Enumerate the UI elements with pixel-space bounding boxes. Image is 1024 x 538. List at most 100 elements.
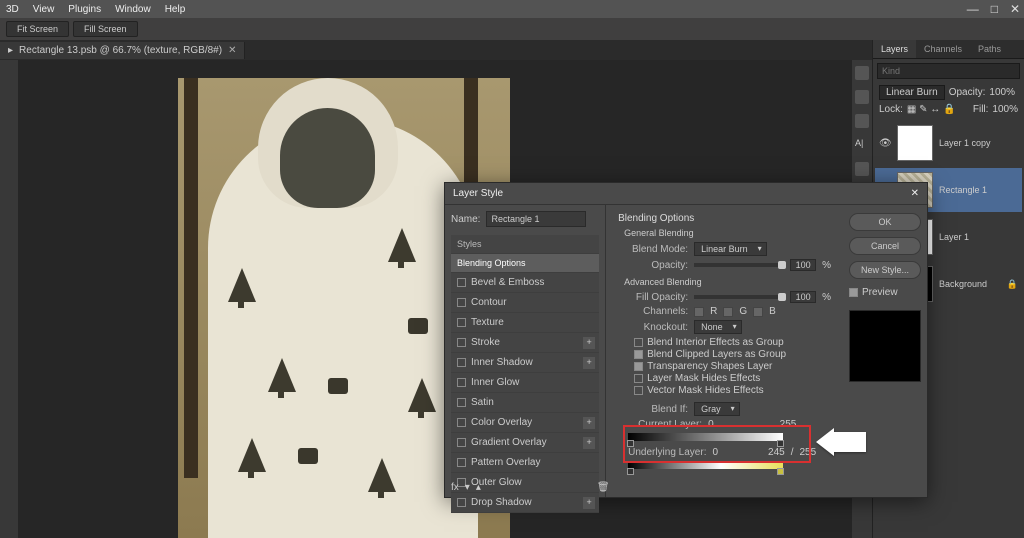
highlight-annotation [623, 425, 811, 463]
style-item-pattern-overlay[interactable]: Pattern Overlay [451, 453, 599, 473]
fill-opacity-value[interactable]: 100 [790, 291, 816, 303]
section-blending-options: Blending Options [618, 213, 831, 224]
opacity-value[interactable]: 100 [790, 259, 816, 271]
maximize-icon[interactable]: □ [991, 2, 998, 16]
subsection-general: General Blending [624, 228, 831, 238]
marker-icon: ▸ [8, 45, 13, 56]
name-input[interactable] [486, 211, 586, 227]
visibility-icon[interactable]: 👁 [879, 138, 891, 149]
add-icon[interactable]: + [583, 437, 595, 449]
tab-layers[interactable]: Layers [873, 40, 916, 58]
style-item-contour[interactable]: Contour [451, 293, 599, 313]
menu-3d[interactable]: 3D [6, 4, 19, 15]
style-item-stroke[interactable]: Stroke+ [451, 333, 599, 353]
lock-icon[interactable]: 🔒 [1007, 279, 1018, 290]
close-dialog-icon[interactable]: ✕ [911, 188, 919, 199]
layer-mask-checkbox[interactable] [634, 374, 643, 383]
fit-screen-button[interactable]: Fit Screen [6, 21, 69, 37]
add-icon[interactable]: + [583, 337, 595, 349]
style-item-texture[interactable]: Texture [451, 313, 599, 333]
style-item-blending[interactable]: Blending Options [451, 254, 599, 273]
opacity-label: Opacity: [949, 87, 986, 98]
knockout-label: Knockout: [628, 322, 688, 333]
dialog-title: Layer Style [453, 188, 503, 199]
opacity-label: Opacity: [628, 260, 688, 271]
clipped-checkbox[interactable] [634, 350, 643, 359]
preview-label: Preview [862, 287, 898, 298]
minimize-icon[interactable]: — [967, 2, 979, 16]
panel-tabs: Layers Channels Paths [873, 40, 1024, 59]
lock-label: Lock: [879, 104, 903, 115]
layer-name: Layer 1 [939, 232, 969, 242]
fill-opacity-slider[interactable] [694, 295, 784, 299]
vector-mask-checkbox[interactable] [634, 386, 643, 395]
menu-plugins[interactable]: Plugins [68, 4, 101, 15]
layer-name: Layer 1 copy [939, 138, 991, 148]
add-icon[interactable]: + [583, 417, 595, 429]
channel-g-checkbox[interactable] [723, 307, 733, 317]
channel-r-checkbox[interactable] [694, 307, 704, 317]
knockout-dropdown[interactable]: None [694, 320, 742, 334]
blend-mode-dropdown[interactable]: Linear Burn [694, 242, 767, 256]
preview-thumbnail [849, 310, 921, 382]
style-item-color-overlay[interactable]: Color Overlay+ [451, 413, 599, 433]
blend-mode-dropdown[interactable]: Linear Burn [879, 85, 945, 100]
name-label: Name: [451, 214, 480, 225]
panel-icon[interactable] [855, 162, 869, 176]
tab-paths[interactable]: Paths [970, 40, 1009, 58]
subsection-advanced: Advanced Blending [624, 277, 831, 287]
dialog-title-bar[interactable]: Layer Style ✕ [445, 183, 927, 205]
interior-checkbox[interactable] [634, 338, 643, 347]
document-tab[interactable]: ▸ Rectangle 13.psb @ 66.7% (texture, RGB… [0, 42, 245, 59]
tool-strip[interactable] [0, 60, 18, 538]
add-icon[interactable]: + [583, 357, 595, 369]
style-item-inner-glow[interactable]: Inner Glow [451, 373, 599, 393]
fill-label: Fill: [973, 104, 989, 115]
add-icon[interactable]: + [583, 497, 595, 509]
style-header: Styles [451, 235, 599, 254]
down-icon[interactable]: ▾ [465, 482, 470, 493]
fill-value[interactable]: 100% [992, 104, 1018, 115]
dialog-sidebar: Name: Styles Blending Options Bevel & Em… [445, 205, 606, 497]
panel-icon[interactable] [855, 90, 869, 104]
close-icon[interactable]: ✕ [1010, 2, 1020, 16]
tree-trunk [184, 78, 198, 478]
opacity-value[interactable]: 100% [989, 87, 1015, 98]
cancel-button[interactable]: Cancel [849, 237, 921, 255]
panel-icon[interactable] [855, 66, 869, 80]
ok-button[interactable]: OK [849, 213, 921, 231]
channel-b-checkbox[interactable] [753, 307, 763, 317]
style-list: Styles Blending Options Bevel & Emboss C… [451, 235, 599, 513]
layer-row[interactable]: 👁 Layer 1 copy [875, 121, 1022, 165]
up-icon[interactable]: ▴ [476, 482, 481, 493]
lock-icons[interactable]: ▦ ✎ ↔ 🔒 [907, 104, 956, 115]
blend-if-label: Blend If: [628, 404, 688, 415]
transparency-checkbox[interactable] [634, 362, 643, 371]
close-tab-icon[interactable]: ✕ [228, 45, 236, 56]
style-item-satin[interactable]: Satin [451, 393, 599, 413]
style-item-drop-shadow[interactable]: Drop Shadow+ [451, 493, 599, 513]
opacity-slider[interactable] [694, 263, 784, 267]
blend-if-dropdown[interactable]: Gray [694, 402, 740, 416]
layer-filter-input[interactable] [877, 63, 1020, 79]
percent-label: % [822, 260, 831, 271]
layer-thumbnail[interactable] [897, 125, 933, 161]
dialog-footer-icons: fx ▾ ▴ 🗑 [451, 482, 610, 493]
style-item-inner-shadow[interactable]: Inner Shadow+ [451, 353, 599, 373]
menu-view[interactable]: View [33, 4, 55, 15]
style-item-bevel[interactable]: Bevel & Emboss [451, 273, 599, 293]
percent-label: % [822, 292, 831, 303]
new-style-button[interactable]: New Style... [849, 261, 921, 279]
menu-window[interactable]: Window [115, 4, 151, 15]
blend-mode-label: Blend Mode: [628, 244, 688, 255]
fx-icon[interactable]: fx [451, 482, 459, 493]
fill-opacity-label: Fill Opacity: [628, 292, 688, 303]
style-item-gradient-overlay[interactable]: Gradient Overlay+ [451, 433, 599, 453]
menu-bar: 3D View Plugins Window Help [0, 0, 1024, 18]
panel-icon[interactable] [855, 114, 869, 128]
preview-checkbox[interactable] [849, 288, 858, 297]
tab-channels[interactable]: Channels [916, 40, 970, 58]
menu-help[interactable]: Help [165, 4, 186, 15]
panel-icon[interactable]: A| [855, 138, 869, 152]
fill-screen-button[interactable]: Fill Screen [73, 21, 138, 37]
